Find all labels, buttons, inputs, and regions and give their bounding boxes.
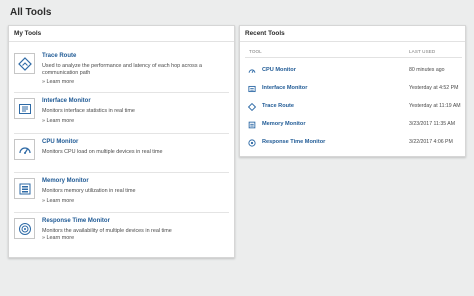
recent-tool-last-used: 3/23/2017 11:35 AM bbox=[409, 121, 456, 127]
page-title: All Tools bbox=[10, 7, 52, 18]
trace-route-icon[interactable] bbox=[14, 53, 35, 74]
learn-more-link[interactable]: » Learn more bbox=[42, 79, 74, 85]
tool-name-trace-route[interactable]: Trace Route bbox=[42, 53, 76, 59]
tool-name-cpu-monitor[interactable]: CPU Monitor bbox=[42, 139, 78, 145]
cpu-gauge-icon bbox=[248, 67, 256, 75]
tool-item-cpu-monitor: CPU Monitor Monitors CPU load on multipl… bbox=[14, 139, 229, 169]
memory-monitor-icon[interactable] bbox=[14, 178, 35, 199]
recent-tools-panel: Recent Tools TOOL LAST USED CPU Monitor … bbox=[239, 25, 466, 157]
learn-more-link[interactable]: » Learn more bbox=[42, 235, 74, 241]
cpu-gauge-icon[interactable] bbox=[14, 139, 35, 160]
recent-tool-last-used: 3/22/2017 4:06 PM bbox=[409, 139, 453, 145]
response-time-icon[interactable] bbox=[14, 218, 35, 239]
recent-tool-name[interactable]: CPU Monitor bbox=[262, 67, 296, 73]
tool-name-memory-monitor[interactable]: Memory Monitor bbox=[42, 178, 89, 184]
tool-item-trace-route: Trace Route Used to analyze the performa… bbox=[14, 53, 229, 87]
recent-tool-last-used: Yesterday at 4:52 PM bbox=[409, 85, 459, 91]
trace-route-icon bbox=[248, 103, 256, 111]
recent-tool-last-used: Yesterday at 11:19 AM bbox=[409, 103, 461, 109]
tool-desc-cpu-monitor: Monitors CPU load on multiple devices in… bbox=[42, 149, 163, 155]
tool-name-interface-monitor[interactable]: Interface Monitor bbox=[42, 98, 91, 104]
recent-tool-name[interactable]: Memory Monitor bbox=[262, 121, 306, 127]
recent-tool-name[interactable]: Response Time Monitor bbox=[262, 139, 325, 145]
memory-monitor-icon bbox=[248, 121, 256, 129]
table-row[interactable]: Interface Monitor Yesterday at 4:52 PM bbox=[245, 84, 462, 96]
divider bbox=[14, 92, 229, 93]
learn-more-link[interactable]: » Learn more bbox=[42, 198, 74, 204]
tool-desc-trace-route: Used to analyze the performance and late… bbox=[42, 63, 203, 76]
table-row[interactable]: Response Time Monitor 3/22/2017 4:06 PM bbox=[245, 138, 462, 150]
tool-desc-response-time-monitor: Monitors the availability of multiple de… bbox=[42, 228, 172, 234]
divider bbox=[14, 172, 229, 173]
table-row[interactable]: CPU Monitor 80 minutes ago bbox=[245, 66, 462, 78]
tool-desc-memory-monitor: Monitors memory utilization in real time bbox=[42, 188, 136, 194]
divider bbox=[14, 212, 229, 213]
tool-item-interface-monitor: Interface Monitor Monitors interface sta… bbox=[14, 98, 229, 128]
recent-tools-title: Recent Tools bbox=[240, 26, 465, 42]
recent-tool-last-used: 80 minutes ago bbox=[409, 67, 445, 73]
recent-tools-table-header: TOOL LAST USED bbox=[245, 47, 462, 58]
table-row[interactable]: Memory Monitor 3/23/2017 11:35 AM bbox=[245, 120, 462, 132]
tool-item-memory-monitor: Memory Monitor Monitors memory utilizati… bbox=[14, 178, 229, 210]
recent-tool-name[interactable]: Interface Monitor bbox=[262, 85, 307, 91]
tool-item-response-time-monitor: Response Time Monitor Monitors the avail… bbox=[14, 218, 229, 250]
learn-more-link[interactable]: » Learn more bbox=[42, 118, 74, 124]
my-tools-panel: My Tools Trace Route Used to analyze the… bbox=[8, 25, 235, 258]
my-tools-title: My Tools bbox=[9, 26, 234, 42]
response-time-icon bbox=[248, 139, 256, 147]
interface-monitor-icon[interactable] bbox=[14, 98, 35, 119]
recent-tool-name[interactable]: Trace Route bbox=[262, 103, 294, 109]
column-header-last-used: LAST USED bbox=[409, 49, 436, 54]
tool-desc-interface-monitor: Monitors interface statistics in real ti… bbox=[42, 108, 135, 114]
table-row[interactable]: Trace Route Yesterday at 11:19 AM bbox=[245, 102, 462, 114]
tool-name-response-time-monitor[interactable]: Response Time Monitor bbox=[42, 218, 110, 224]
column-header-tool: TOOL bbox=[249, 49, 262, 54]
divider bbox=[14, 133, 229, 134]
interface-monitor-icon bbox=[248, 85, 256, 93]
